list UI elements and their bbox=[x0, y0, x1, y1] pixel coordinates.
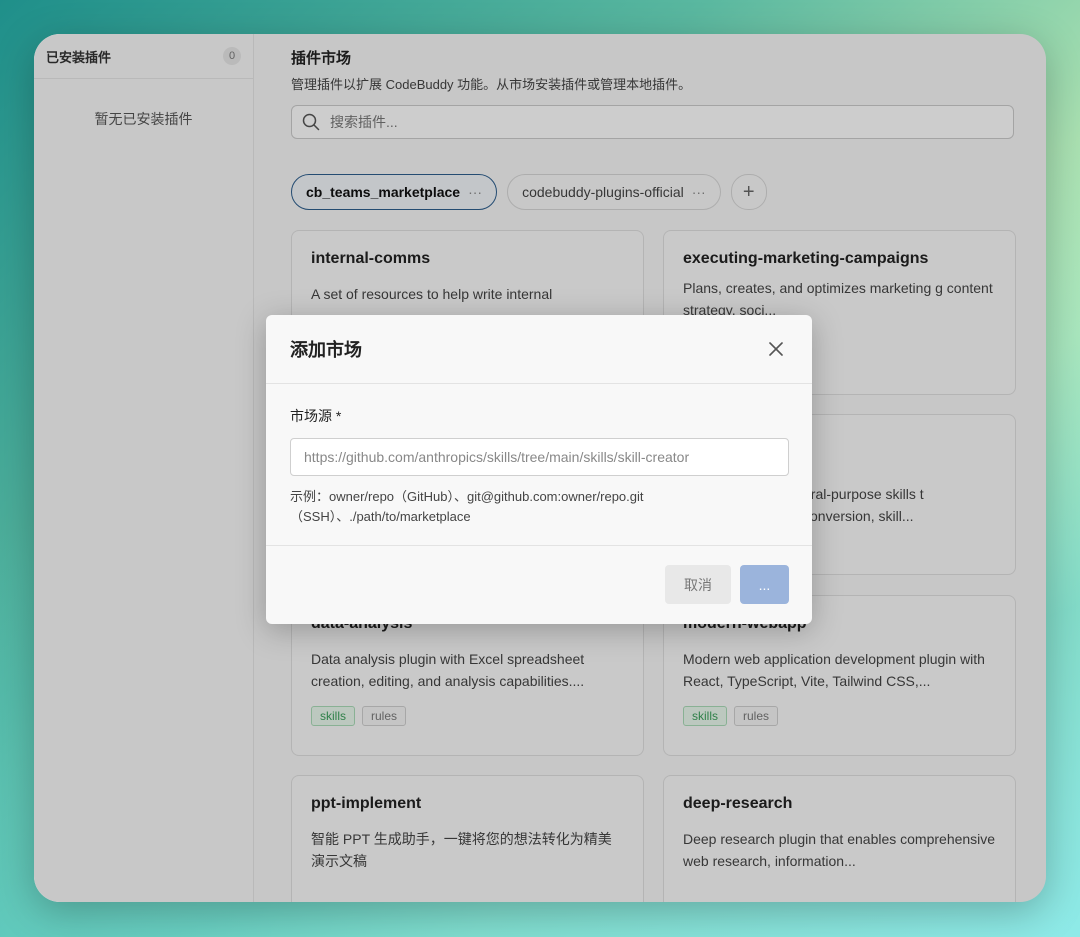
close-button[interactable] bbox=[764, 337, 788, 361]
cancel-button[interactable]: 取消 bbox=[665, 565, 731, 604]
add-marketplace-dialog: 添加市场 市场源 * 示例：owner/repo（GitHub）、git@git… bbox=[266, 315, 812, 624]
marketplace-source-label: 市场源 * bbox=[290, 408, 342, 424]
close-icon bbox=[769, 342, 783, 356]
dialog-header: 添加市场 bbox=[266, 315, 812, 384]
dialog-footer: 取消 ... bbox=[266, 546, 812, 623]
marketplace-source-hint: 示例：owner/repo（GitHub）、git@github.com:own… bbox=[290, 489, 644, 524]
dialog-title: 添加市场 bbox=[290, 340, 362, 360]
dialog-body: 市场源 * 示例：owner/repo（GitHub）、git@github.c… bbox=[266, 384, 812, 546]
confirm-button[interactable]: ... bbox=[740, 565, 789, 604]
marketplace-source-input[interactable] bbox=[290, 438, 789, 476]
